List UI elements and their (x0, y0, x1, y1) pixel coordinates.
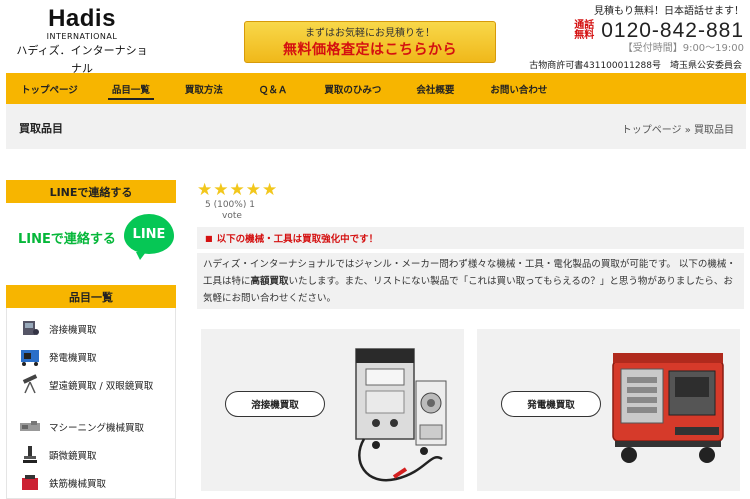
square-bullet-icon: ■ (205, 233, 213, 243)
contact-info: 見積もり無料！日本語話せます！ 通話 無料 0120-842-881 【受付時間… (569, 6, 744, 55)
category-label: 望遠鏡買取 / 双眼鏡買取 (49, 381, 154, 392)
breadcrumb[interactable]: トップページ » 買取品目 (622, 121, 734, 136)
line-section-heading: LINEで連絡する (6, 180, 176, 203)
line-logo-icon: LINE (124, 214, 174, 260)
generator-icon (21, 350, 39, 366)
free-label-2: 無料 (574, 30, 595, 41)
line-contact-text: LINEで連絡する (18, 232, 116, 247)
category-list: 溶接機買取 発電機買取 望遠鏡買取 / 双眼鏡買取 マシーニング機械買取 顕微鏡… (6, 308, 176, 499)
nav-item-secret[interactable]: 買取のひみつ (324, 73, 381, 104)
star-icon[interactable]: ★ (197, 182, 212, 199)
logo-main-text: Hadis (48, 5, 116, 32)
category-item-microscope[interactable]: 顕微鏡買取 (7, 440, 175, 468)
rating-vote-label: vote (222, 211, 242, 221)
free-estimate-banner[interactable]: まずはお気軽にお見積りを！ 無料価格査定はこちらから (244, 21, 496, 63)
nav-item-top[interactable]: トップページ (21, 73, 78, 104)
microscope-icon (23, 446, 37, 463)
category-label: マシーニング機械買取 (49, 423, 145, 434)
star-icon[interactable]: ★ (230, 182, 245, 199)
nav-item-contact[interactable]: お問い合わせ (490, 73, 547, 104)
category-label: 発電機買取 (49, 353, 97, 364)
intro-text-bold: 高額買取 (250, 276, 289, 287)
contact-tagline: 見積もり無料！日本語話せます！ (594, 6, 744, 17)
telescope-icon (22, 374, 38, 394)
page-title: 買取品目 (19, 122, 63, 135)
rating-summary: 5 (100%) 1 (205, 200, 255, 210)
main-navigation: トップページ 品目一覧 買取方法 Ｑ＆Ａ 買取のひみつ 会社概要 お問い合わせ (6, 73, 746, 104)
rebar-machine-icon (22, 475, 38, 490)
category-item-machining[interactable]: マシーニング機械買取 (7, 412, 175, 440)
product-button-welder[interactable]: 溶接機買取 (225, 391, 325, 417)
product-card-generator[interactable]: 発電機買取 (477, 329, 740, 491)
logo-sub-text: INTERNATIONAL (46, 32, 118, 41)
category-label: 顕微鏡買取 (49, 451, 97, 462)
banner-subtext: まずはお気軽にお見積りを！ (305, 28, 435, 39)
page-title-bar: 買取品目 トップページ » 買取品目 (6, 104, 746, 149)
category-item-rebar[interactable]: 鉄筋機械買取 (7, 468, 175, 496)
phone-number[interactable]: 0120-842-881 (601, 20, 744, 42)
generator-image (612, 353, 724, 463)
license-number: 古物商許可書431100011288号 埼玉県公安委員会 (529, 61, 742, 71)
welder-icon (23, 321, 39, 335)
site-header: Hadis INTERNATIONAL ハディズ．インターナショナル まずはお気… (0, 0, 750, 75)
category-label: 溶接機買取 (49, 325, 97, 336)
nav-item-items[interactable]: 品目一覧 (107, 73, 154, 104)
free-call-badge: 通話 無料 (573, 21, 595, 41)
machining-icon (20, 421, 40, 431)
category-item-generator[interactable]: 発電機買取 (7, 342, 175, 370)
star-icon[interactable]: ★ (262, 182, 277, 199)
site-logo[interactable]: Hadis INTERNATIONAL ハディズ．インターナショナル (12, 6, 152, 78)
phone-row[interactable]: 通話 無料 0120-842-881 (569, 20, 744, 42)
nav-item-company[interactable]: 会社概要 (416, 73, 454, 104)
notice-text: 以下の機械・工具は買取強化中です！ (216, 234, 379, 245)
nav-item-faq[interactable]: Ｑ＆Ａ (259, 73, 288, 104)
category-item-telescope[interactable]: 望遠鏡買取 / 双眼鏡買取 (7, 370, 175, 412)
category-label: 鉄筋機械買取 (49, 479, 107, 490)
rating-widget: ★ ★ ★ ★ ★ 5 (100%) 1 vote (197, 182, 278, 222)
star-icon[interactable]: ★ (213, 182, 228, 199)
category-section-heading: 品目一覧 (6, 285, 176, 308)
banner-main-text: 無料価格査定はこちらから (283, 42, 457, 58)
star-icon[interactable]: ★ (246, 182, 261, 199)
business-hours: 【受付時間】9:00～19:00 (622, 43, 744, 54)
category-item-welder[interactable]: 溶接機買取 (7, 314, 175, 342)
intro-text: ハディズ・インターナショナルではジャンル・メーカー問わず様々な機械・工具・電化製… (197, 253, 744, 309)
welding-machine-image (355, 348, 447, 482)
product-button-generator[interactable]: 発電機買取 (501, 391, 601, 417)
line-contact-link[interactable]: LINEで連絡する LINE (6, 205, 176, 265)
star-rating[interactable]: ★ ★ ★ ★ ★ (197, 182, 278, 199)
nav-item-method[interactable]: 買取方法 (185, 73, 223, 104)
product-card-welder[interactable]: 溶接機買取 (201, 329, 464, 491)
promo-notice: ■ 以下の機械・工具は買取強化中です！ (197, 227, 744, 249)
